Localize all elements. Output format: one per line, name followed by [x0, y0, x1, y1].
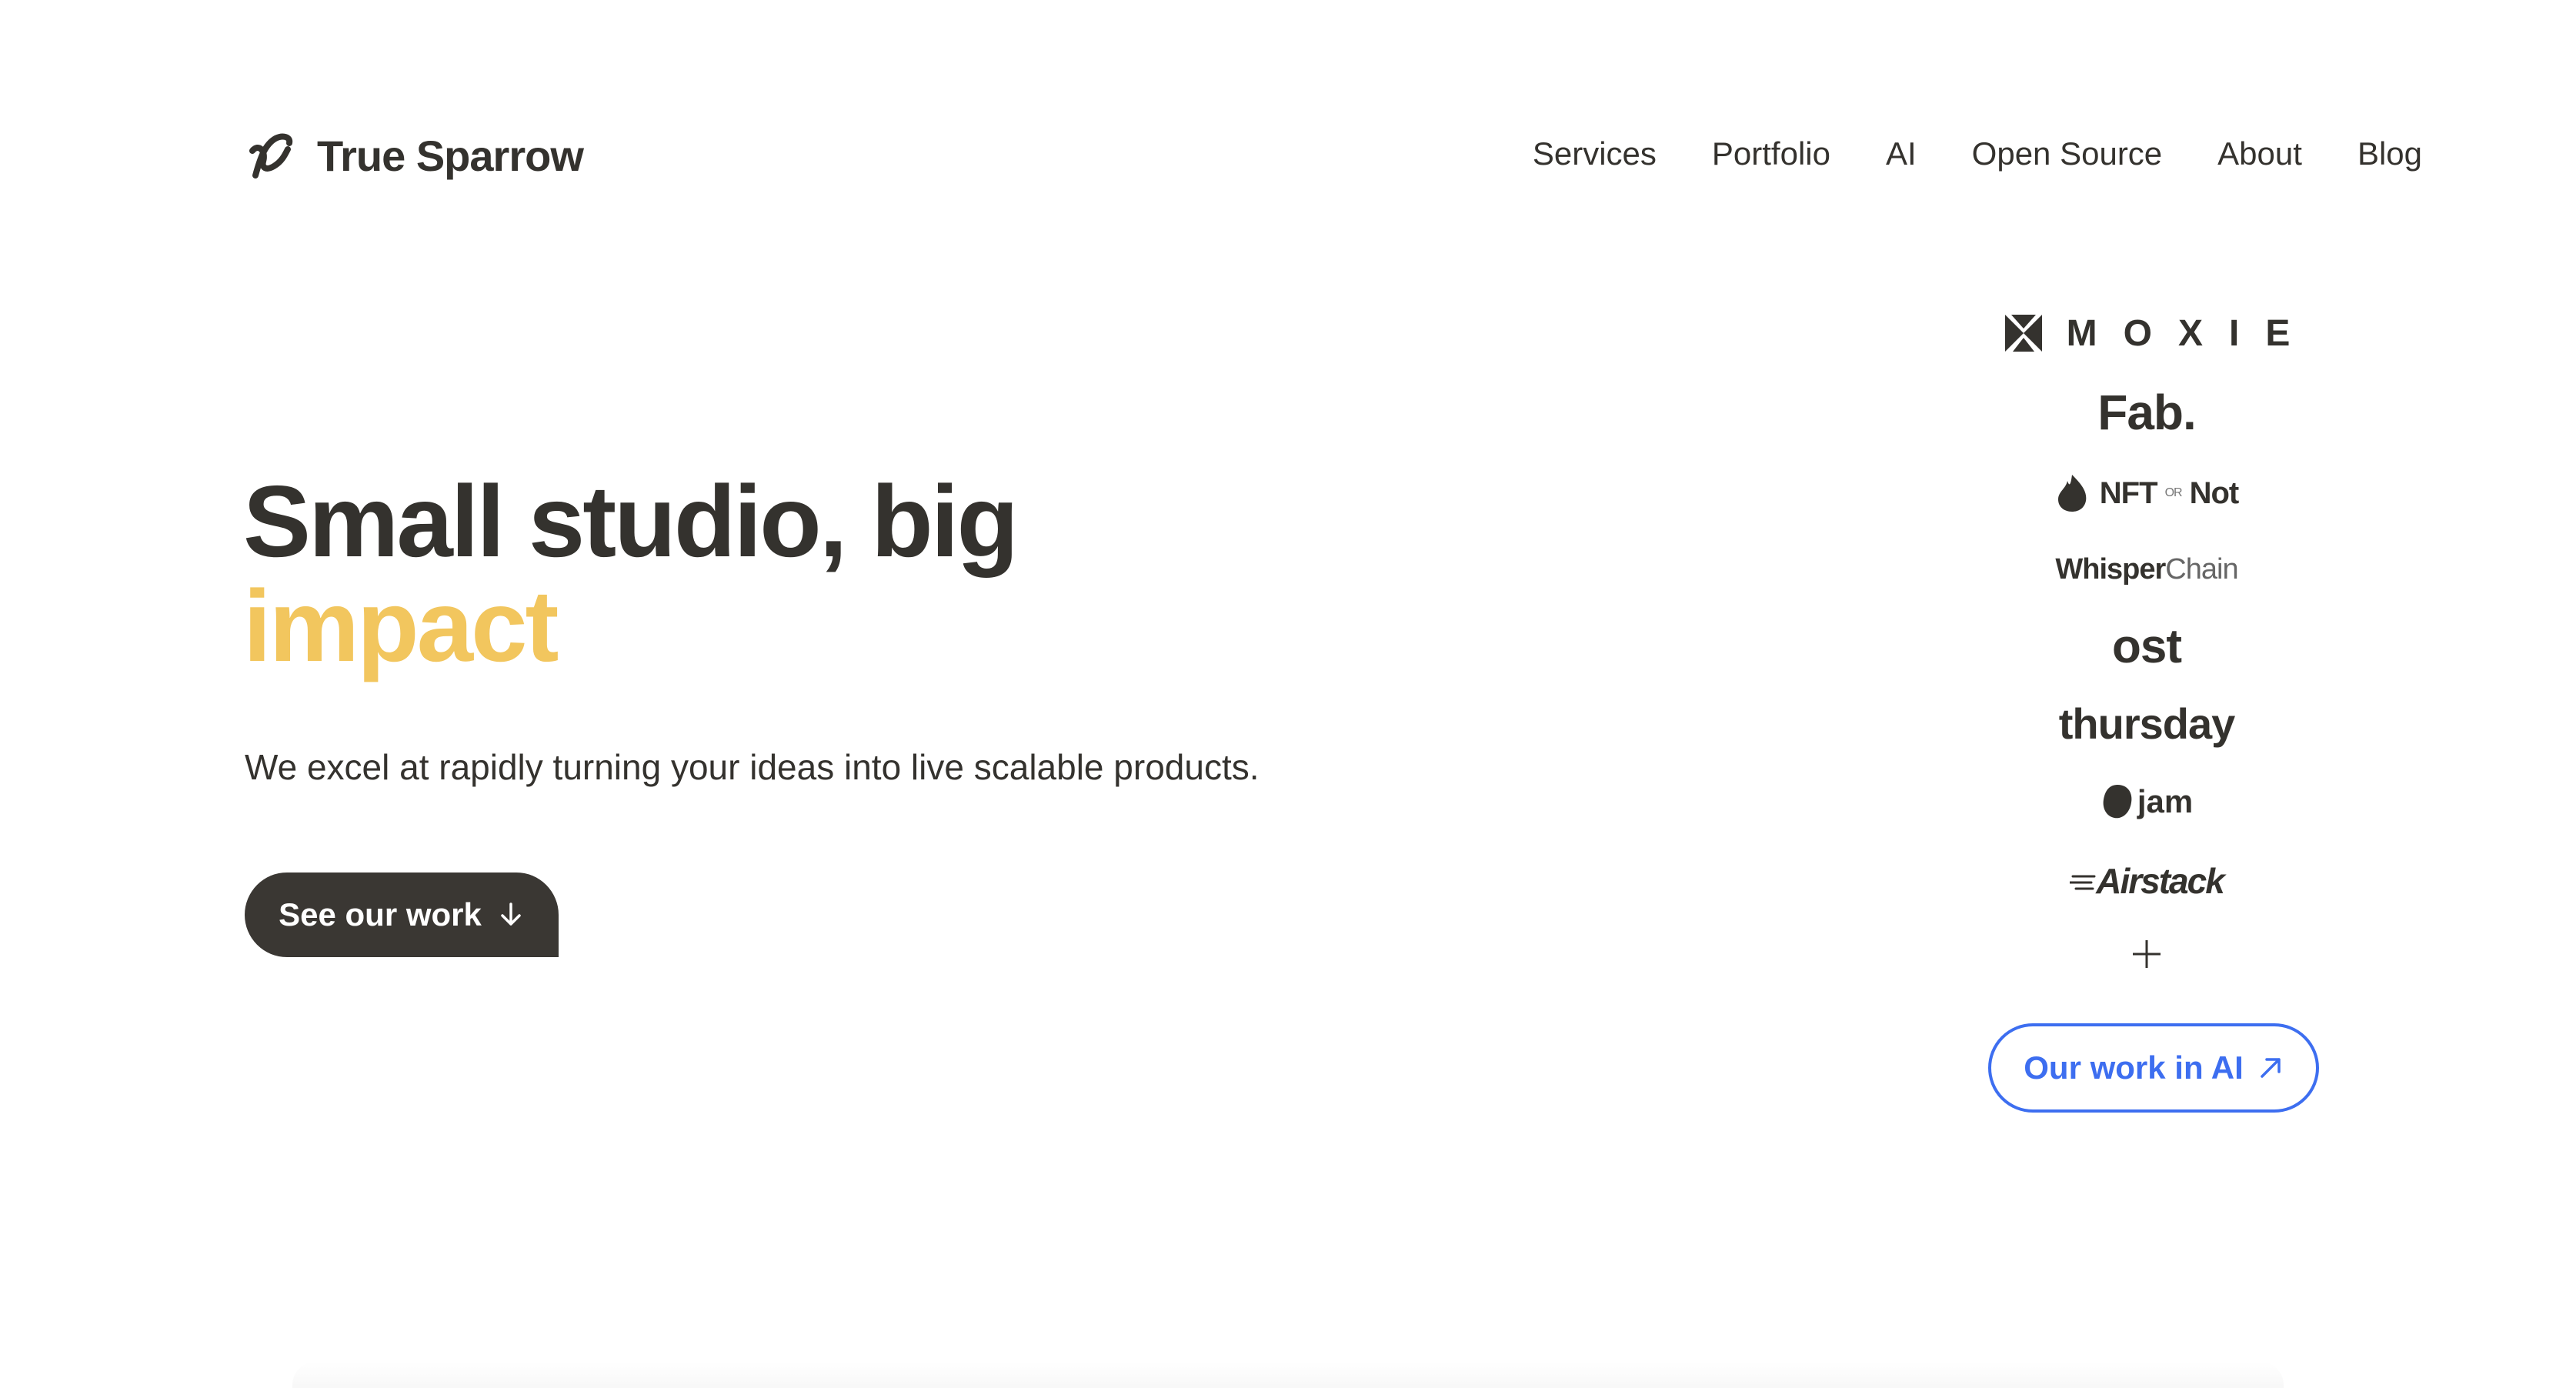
moxie-mark-icon: [2004, 315, 2042, 352]
whisper-text: Whisper: [2055, 552, 2166, 586]
jam-text: jam: [2137, 783, 2194, 819]
client-logo-whisperchain: Whisper Chain: [1954, 548, 2339, 591]
page: True Sparrow Services Portfolio AI Open …: [0, 0, 2576, 1388]
more-clients: [1954, 933, 2339, 976]
brand-name: True Sparrow: [317, 131, 584, 180]
our-work-in-ai-button[interactable]: Our work in AI: [1988, 1023, 2319, 1113]
client-logos: MOXIE Fab. NFT OR Not Whisper Chain ost t…: [1954, 300, 2339, 977]
jam-blob-icon: [2103, 785, 2132, 819]
hero-subtitle: We excel at rapidly turning your ideas i…: [245, 747, 1260, 787]
client-logo-moxie: MOXIE: [1954, 306, 2339, 360]
client-logo-thursday: thursday: [2058, 699, 2236, 748]
nav-portfolio[interactable]: Portfolio: [1712, 135, 1830, 172]
main-nav: Services Portfolio AI Open Source About …: [1533, 135, 2422, 172]
client-logo-fab: Fab.: [2097, 385, 2197, 440]
or-text: OR: [2164, 486, 2183, 499]
chain-text: Chain: [2165, 552, 2238, 586]
nft-text: NFT: [2099, 475, 2158, 510]
plus-icon: [2133, 940, 2161, 968]
airstack-text: Airstack: [2096, 861, 2225, 901]
client-logo-ost: ost: [2112, 619, 2182, 673]
nav-services[interactable]: Services: [1533, 135, 1657, 172]
moxie-wordmark: MOXIE: [2066, 312, 2317, 354]
client-logo-jam: jam: [1954, 777, 2339, 826]
client-logo-nftornot: NFT OR Not: [1954, 469, 2339, 517]
client-logo-airstack: Airstack: [1954, 856, 2339, 906]
nav-blog[interactable]: Blog: [2357, 135, 2422, 172]
hero-title-accent: impact: [243, 569, 559, 682]
sparrow-logo-icon: [249, 133, 293, 179]
next-section-edge: [292, 1362, 2284, 1388]
our-work-in-ai-label: Our work in AI: [2024, 1049, 2244, 1086]
arrow-down-icon: [501, 903, 521, 926]
hero-title-line1: Small studio, big: [243, 465, 1019, 578]
nav-about[interactable]: About: [2217, 135, 2302, 172]
see-our-work-button[interactable]: See our work: [245, 873, 559, 957]
not-text: Not: [2189, 475, 2240, 510]
brand-logo-link[interactable]: True Sparrow: [245, 128, 584, 183]
nav-ai[interactable]: AI: [1886, 135, 1917, 172]
arrow-up-right-icon: [2260, 1058, 2281, 1078]
nav-open-source[interactable]: Open Source: [1972, 135, 2163, 172]
flame-icon: [2057, 475, 2087, 512]
see-our-work-label: See our work: [279, 896, 482, 933]
hero-title: Small studio, big impact: [243, 469, 1019, 682]
